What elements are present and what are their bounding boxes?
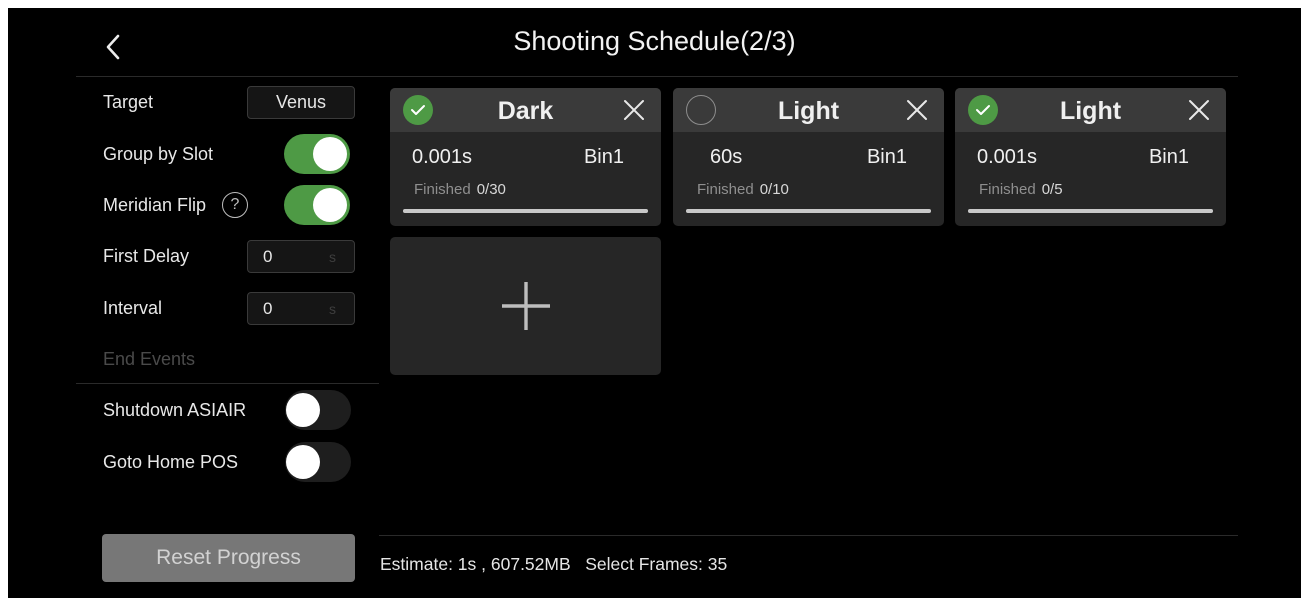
footer-divider: [379, 535, 1238, 536]
back-button[interactable]: [100, 30, 126, 64]
card-close-button[interactable]: [906, 99, 928, 121]
goto-home-toggle[interactable]: [285, 442, 351, 482]
card-progress-fill: [403, 209, 648, 213]
header-divider: [76, 76, 1238, 77]
chevron-left-icon: [106, 34, 120, 60]
interval-input[interactable]: 0 s: [247, 292, 355, 325]
target-row: Target: [103, 85, 153, 119]
toggle-knob: [313, 137, 347, 171]
card-finished: Finished 0/10: [697, 181, 789, 198]
interval-value: 0: [263, 298, 273, 318]
check-icon: [976, 105, 990, 115]
settings-divider: [76, 383, 379, 384]
goto-home-label: Goto Home POS: [103, 451, 239, 472]
end-events-row: End Events: [103, 342, 195, 376]
card-exposure: 0.001s: [977, 146, 1038, 168]
card-status[interactable]: [403, 95, 433, 125]
meridian-flip-toggle[interactable]: [284, 185, 350, 225]
card-progress-bar: [686, 209, 931, 213]
card-finished-label: Finished: [414, 181, 471, 198]
group-by-slot-row: Group by Slot: [103, 137, 213, 171]
card-finished: Finished 0/5: [979, 181, 1063, 198]
group-by-slot-label: Group by Slot: [103, 143, 214, 164]
card-bin: Bin1: [583, 146, 624, 168]
card-bin: Bin1: [1148, 146, 1189, 168]
target-field[interactable]: Venus: [247, 86, 355, 119]
toggle-knob: [286, 393, 320, 427]
card-finished-value: 0/5: [1041, 181, 1063, 198]
meridian-flip-label: Meridian Flip: [103, 194, 207, 215]
screen: Shooting Schedule(2/3) Target Venus Grou…: [8, 8, 1301, 598]
card-status[interactable]: [686, 95, 716, 125]
reset-progress-button[interactable]: Reset Progress: [102, 534, 355, 582]
page-title: Shooting Schedule(2/3): [513, 26, 796, 56]
goto-home-row: Goto Home POS: [103, 445, 238, 479]
interval-row: Interval: [103, 291, 162, 325]
card-finished-value: 0/30: [476, 181, 506, 198]
card-type: Light: [777, 97, 840, 125]
card-type: Dark: [497, 97, 554, 125]
meridian-flip-help-button[interactable]: ?: [222, 192, 248, 218]
card-type: Light: [1059, 97, 1122, 125]
toggle-knob: [286, 445, 320, 479]
card-close-button[interactable]: [623, 99, 645, 121]
interval-label: Interval: [103, 297, 163, 318]
close-icon: [1189, 100, 1209, 120]
close-icon: [907, 100, 927, 120]
close-icon: [624, 100, 644, 120]
card-progress-fill: [686, 209, 931, 213]
group-by-slot-toggle[interactable]: [284, 134, 350, 174]
shutdown-toggle[interactable]: [285, 390, 351, 430]
meridian-flip-row: Meridian Flip: [103, 188, 206, 222]
target-label: Target: [103, 91, 154, 112]
card-finished-value: 0/10: [759, 181, 789, 198]
reset-progress-label: Reset Progress: [156, 546, 301, 569]
end-events-heading: End Events: [103, 348, 196, 369]
card-finished-label: Finished: [697, 181, 754, 198]
card-close-button[interactable]: [1188, 99, 1210, 121]
first-delay-input[interactable]: 0 s: [247, 240, 355, 273]
toggle-knob: [313, 188, 347, 222]
question-circle-icon: ?: [230, 196, 240, 213]
schedule-card[interactable]: Dark 0.001s Bin1 Finished 0/30: [390, 88, 661, 226]
card-exposure: 60s: [710, 146, 743, 168]
first-delay-value: 0: [263, 246, 273, 266]
first-delay-row: First Delay: [103, 239, 189, 273]
card-progress-fill: [968, 209, 1213, 213]
estimate-text: Estimate: 1s , 607.52MB Select Frames: 3…: [380, 554, 728, 574]
plus-icon: [501, 282, 550, 330]
card-bin: Bin1: [866, 146, 907, 168]
check-icon: [411, 105, 425, 115]
add-schedule-button[interactable]: [390, 237, 661, 375]
target-value: Venus: [275, 92, 327, 112]
card-exposure: 0.001s: [412, 146, 473, 168]
shutdown-label: Shutdown ASIAIR: [103, 399, 247, 420]
shutdown-row: Shutdown ASIAIR: [103, 393, 246, 427]
card-progress-bar: [968, 209, 1213, 213]
card-finished-label: Finished: [979, 181, 1036, 198]
schedule-card[interactable]: Light 0.001s Bin1 Finished 0/5: [955, 88, 1226, 226]
card-status[interactable]: [968, 95, 998, 125]
schedule-card[interactable]: Light 60s Bin1 Finished 0/10: [673, 88, 944, 226]
card-finished: Finished 0/30: [414, 181, 506, 198]
first-delay-unit: s: [329, 248, 336, 265]
first-delay-label: First Delay: [103, 245, 190, 266]
card-progress-bar: [403, 209, 648, 213]
interval-unit: s: [329, 300, 336, 317]
